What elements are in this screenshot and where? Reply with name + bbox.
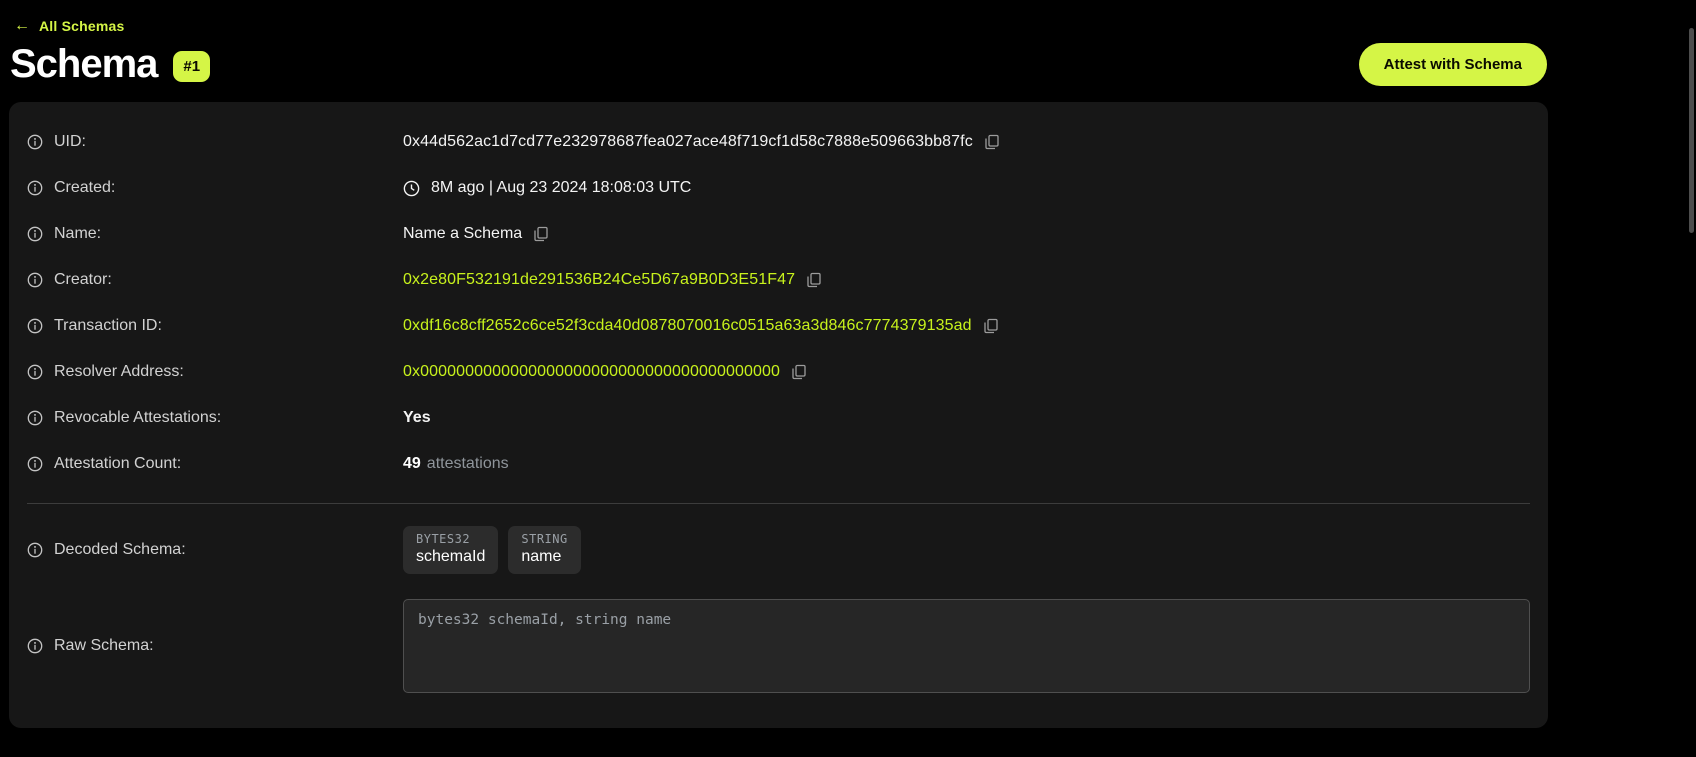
created-value: 8M ago | Aug 23 2024 18:08:03 UTC (431, 179, 691, 197)
name-row: Name: Name a Schema (9, 211, 1548, 257)
copy-icon[interactable] (984, 134, 1000, 150)
revocable-attestations-row: Revocable Attestations: Yes (9, 395, 1548, 441)
decoded-schema-fields: BYTES32 schemaId STRING name (403, 526, 581, 574)
info-icon[interactable] (27, 272, 43, 288)
revocable-attestations-label: Revocable Attestations: (54, 409, 221, 427)
uid-row: UID: 0x44d562ac1d7cd77e232978687fea027ac… (9, 119, 1548, 165)
creator-address-link[interactable]: 0x2e80F532191de291536B24Ce5D67a9B0D3E51F… (403, 271, 795, 289)
attestation-count-label: Attestation Count: (54, 455, 181, 473)
copy-icon[interactable] (806, 272, 822, 288)
info-icon[interactable] (27, 410, 43, 426)
info-icon[interactable] (27, 542, 43, 558)
field-name: schemaId (416, 548, 485, 566)
back-link-label: All Schemas (39, 18, 124, 34)
name-value: Name a Schema (403, 225, 522, 243)
info-icon[interactable] (27, 180, 43, 196)
raw-schema-label: Raw Schema: (54, 637, 154, 655)
creator-label: Creator: (54, 271, 112, 289)
info-icon[interactable] (27, 226, 43, 242)
info-icon[interactable] (27, 364, 43, 380)
transaction-id-link[interactable]: 0xdf16c8cff2652c6ce52f3cda40d0878070016c… (403, 317, 972, 335)
schema-detail-page: ← All Schemas Schema #1 Attest with Sche… (0, 0, 1696, 757)
info-icon[interactable] (27, 456, 43, 472)
transaction-id-row: Transaction ID: 0xdf16c8cff2652c6ce52f3c… (9, 303, 1548, 349)
section-divider (27, 503, 1530, 504)
raw-schema-row: Raw Schema: bytes32 schemaId, string nam… (9, 590, 1548, 702)
info-icon[interactable] (27, 134, 43, 150)
attestations-link[interactable]: attestations (427, 455, 509, 473)
copy-icon[interactable] (533, 226, 549, 242)
attest-with-schema-button[interactable]: Attest with Schema (1359, 43, 1547, 86)
schema-details-card: UID: 0x44d562ac1d7cd77e232978687fea027ac… (9, 102, 1548, 728)
copy-icon[interactable] (791, 364, 807, 380)
attestation-count-value: 49 (403, 455, 421, 473)
decoded-schema-row: Decoded Schema: BYTES32 schemaId STRING … (9, 518, 1548, 582)
created-label: Created: (54, 179, 115, 197)
resolver-address-label: Resolver Address: (54, 363, 184, 381)
attestation-count-row: Attestation Count: 49 attestations (9, 441, 1548, 487)
decoded-schema-label: Decoded Schema: (54, 541, 186, 559)
field-type: STRING (521, 532, 567, 546)
schema-field-chip: BYTES32 schemaId (403, 526, 498, 574)
header: Schema #1 Attest with Schema (0, 34, 1696, 87)
vertical-scrollbar[interactable] (1689, 28, 1694, 233)
info-icon[interactable] (27, 638, 43, 654)
uid-label: UID: (54, 133, 86, 151)
field-name: name (521, 548, 567, 566)
field-type: BYTES32 (416, 532, 485, 546)
resolver-address-link[interactable]: 0x00000000000000000000000000000000000000… (403, 363, 780, 381)
transaction-id-label: Transaction ID: (54, 317, 162, 335)
back-to-all-schemas-link[interactable]: ← All Schemas (0, 0, 1696, 34)
page-title: Schema (10, 42, 157, 87)
created-row: Created: 8M ago | Aug 23 2024 18:08:03 U… (9, 165, 1548, 211)
resolver-address-row: Resolver Address: 0x00000000000000000000… (9, 349, 1548, 395)
info-icon[interactable] (27, 318, 43, 334)
uid-value: 0x44d562ac1d7cd77e232978687fea027ace48f7… (403, 133, 973, 151)
copy-icon[interactable] (983, 318, 999, 334)
schema-number-badge: #1 (173, 51, 210, 82)
schema-field-chip: STRING name (508, 526, 580, 574)
name-label: Name: (54, 225, 101, 243)
creator-row: Creator: 0x2e80F532191de291536B24Ce5D67a… (9, 257, 1548, 303)
raw-schema-textarea[interactable]: bytes32 schemaId, string name (403, 599, 1530, 693)
clock-icon (403, 180, 420, 197)
arrow-left-icon: ← (14, 18, 30, 34)
revocable-value: Yes (403, 409, 431, 427)
